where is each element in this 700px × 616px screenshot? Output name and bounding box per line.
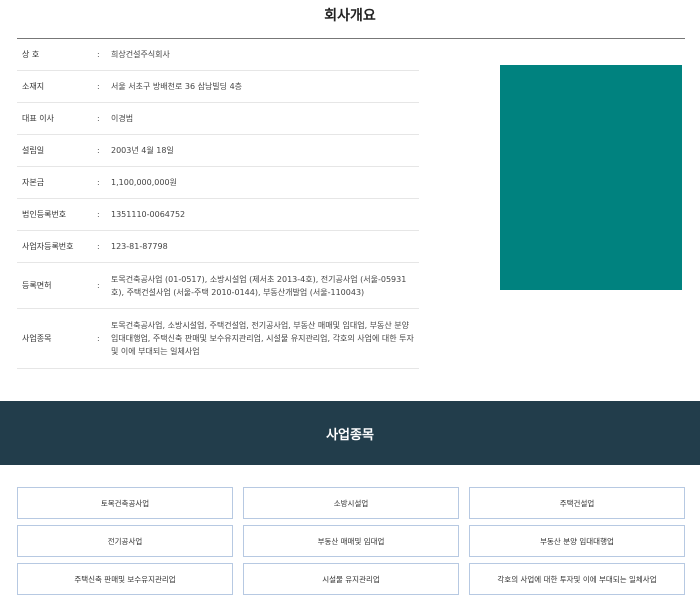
business-section-title: 사업종목 <box>326 427 374 443</box>
business-section-band: 사업종목 <box>0 401 700 465</box>
info-label: 설립일 <box>22 146 45 155</box>
info-row-business-types: 사업종목 : 토목건축공사업, 소방시설업, 주택건설업, 전기공사업, 부동산… <box>17 309 419 369</box>
info-value: 이경범 <box>111 114 134 123</box>
company-image <box>500 65 682 290</box>
info-value: 서울 서초구 방배천로 36 삼남빌딩 4층 <box>111 82 243 91</box>
business-item: 부동산 분양 임대대행업 <box>469 525 685 557</box>
info-label: 상 호 <box>22 50 40 59</box>
company-info-table: 상 호 : 희상건설주식회사 소재지 : 서울 서초구 방배천로 36 삼남빌딩… <box>17 39 419 369</box>
info-row-business-number: 사업자등록번호 : 123-81-87798 <box>17 231 419 263</box>
info-colon: : <box>97 178 100 187</box>
info-value: 토목건축공사업, 소방시설업, 주택건설업, 전기공사업, 부동산 매매및 임대… <box>111 321 414 356</box>
info-row-address: 소재지 : 서울 서초구 방배천로 36 삼남빌딩 4층 <box>17 71 419 103</box>
info-value: 토목건축공사업 (01-0517), 소방시설업 (제서초 2013-4호), … <box>111 274 407 297</box>
info-colon: : <box>97 146 100 155</box>
info-label: 법인등록번호 <box>22 210 67 219</box>
business-item: 소방시설업 <box>243 487 459 519</box>
info-row-capital: 자본금 : 1,100,000,000원 <box>17 167 419 199</box>
info-row-ceo: 대표 이사 : 이경범 <box>17 103 419 135</box>
info-value: 희상건설주식회사 <box>111 50 170 59</box>
info-row-company-name: 상 호 : 희상건설주식회사 <box>17 39 419 71</box>
info-value: 2003년 4월 18일 <box>111 146 174 155</box>
info-colon: : <box>97 114 100 123</box>
business-item: 주택건설업 <box>469 487 685 519</box>
info-colon: : <box>97 281 100 290</box>
business-item: 시설물 유지관리업 <box>243 563 459 595</box>
info-label: 사업자등록번호 <box>22 242 74 251</box>
info-label: 자본금 <box>22 178 45 187</box>
info-label: 대표 이사 <box>22 114 54 123</box>
info-value: 1,100,000,000원 <box>111 178 177 187</box>
info-colon: : <box>97 210 100 219</box>
info-colon: : <box>97 82 100 91</box>
info-row-established: 설립일 : 2003년 4월 18일 <box>17 135 419 167</box>
business-item: 전기공사업 <box>17 525 233 557</box>
info-colon: : <box>97 334 100 343</box>
info-value: 1351110-0064752 <box>111 210 186 219</box>
info-colon: : <box>97 50 100 59</box>
business-item: 주택신축 판매및 보수유지관리업 <box>17 563 233 595</box>
info-label: 소재지 <box>22 82 45 91</box>
page-title: 회사개요 <box>324 8 376 24</box>
info-label: 사업종목 <box>22 334 52 343</box>
info-label: 등록면허 <box>22 281 52 290</box>
business-grid: 토목건축공사업 소방시설업 주택건설업 전기공사업 부동산 매매및 임대업 부동… <box>17 487 685 595</box>
business-item: 각호의 사업에 대한 투자및 이에 부대되는 일체사업 <box>469 563 685 595</box>
info-colon: : <box>97 242 100 251</box>
business-item: 부동산 매매및 임대업 <box>243 525 459 557</box>
info-value: 123-81-87798 <box>111 242 168 251</box>
info-row-corporate-number: 법인등록번호 : 1351110-0064752 <box>17 199 419 231</box>
info-row-licenses: 등록면허 : 토목건축공사업 (01-0517), 소방시설업 (제서초 201… <box>17 263 419 309</box>
business-item: 토목건축공사업 <box>17 487 233 519</box>
